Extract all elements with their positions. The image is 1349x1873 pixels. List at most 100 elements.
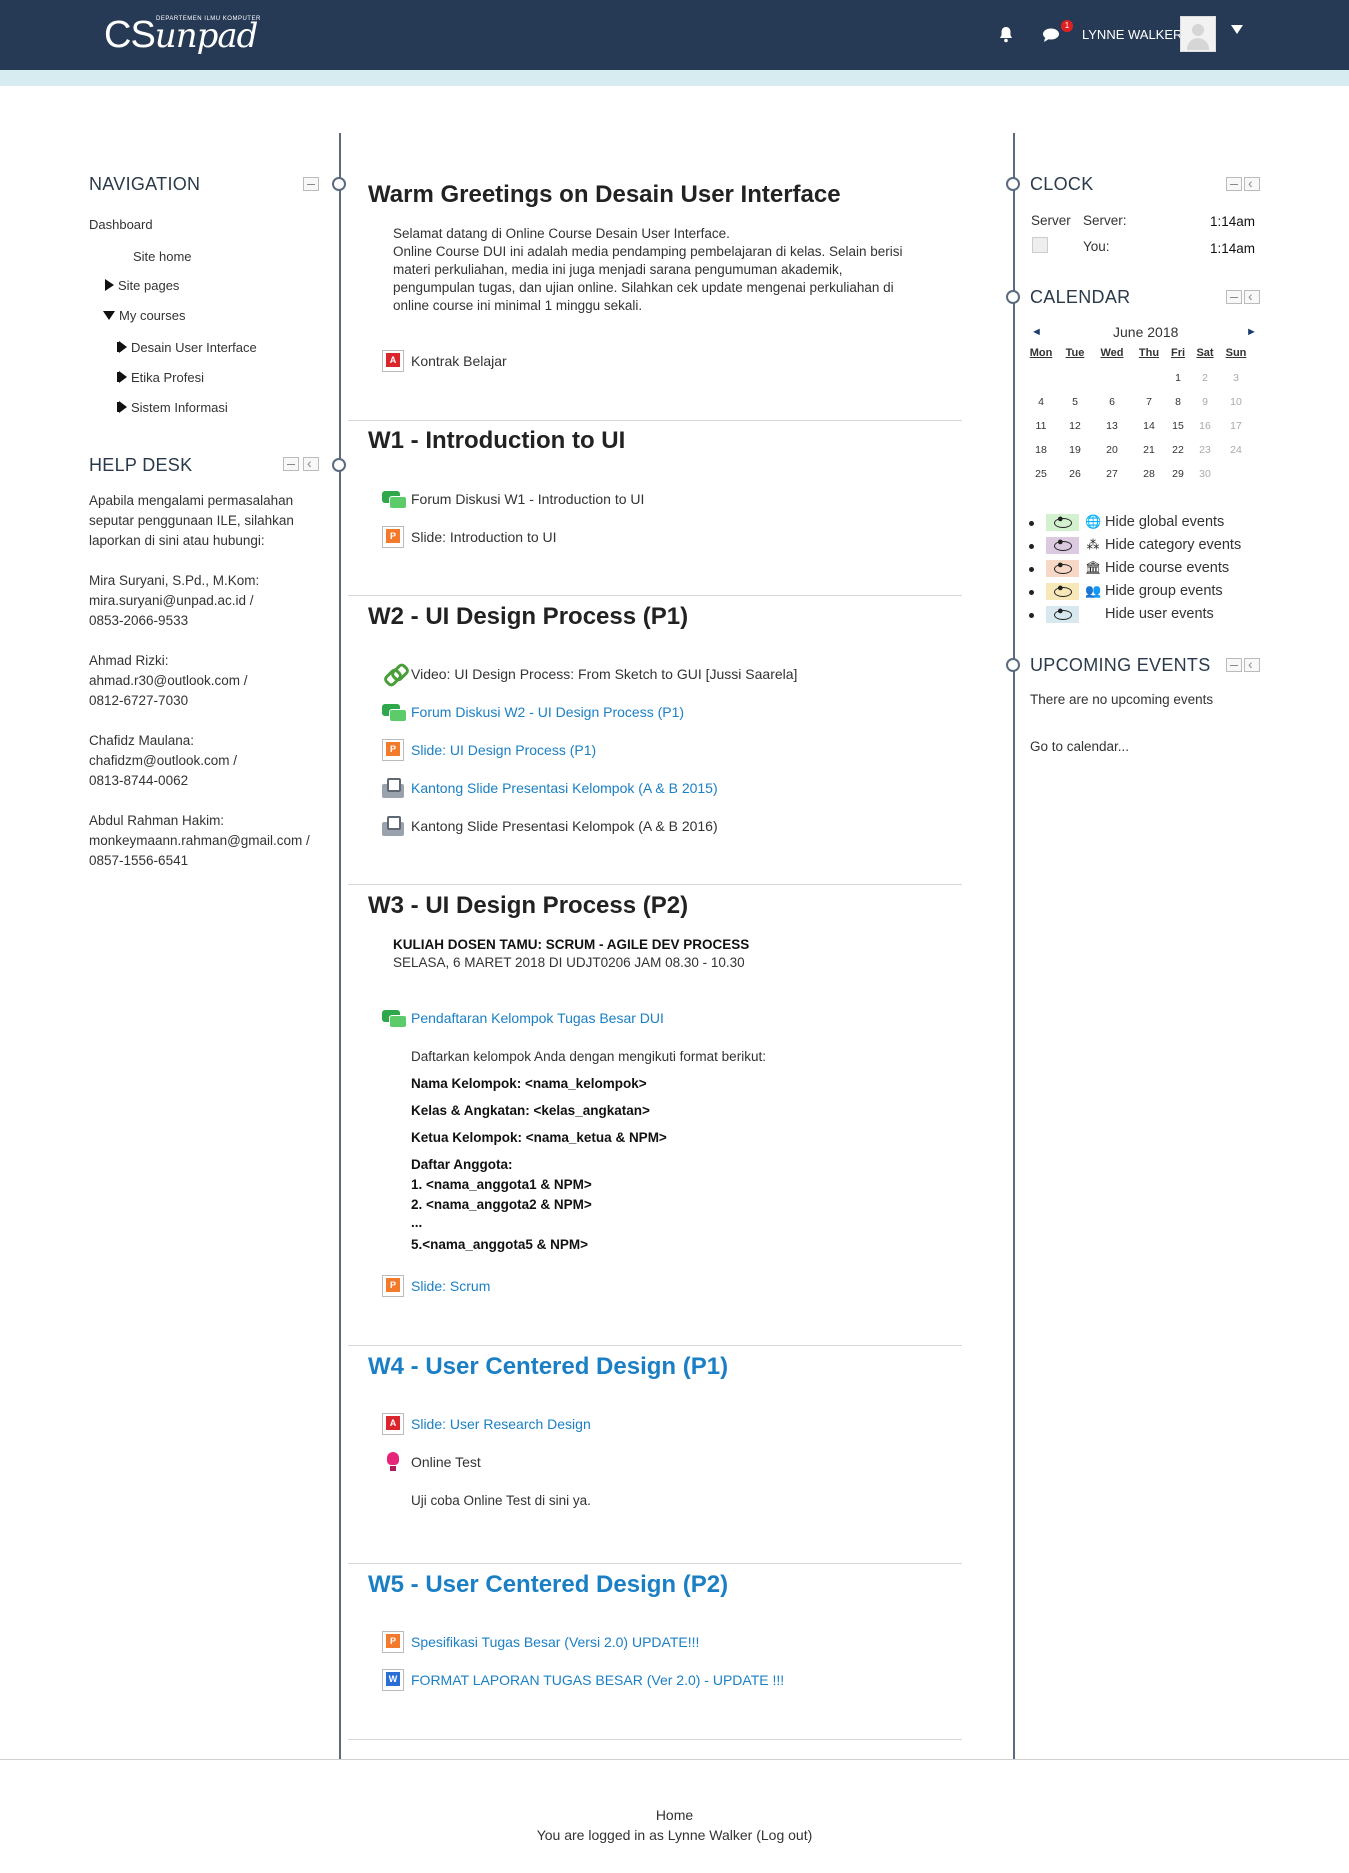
nav-item-course-si[interactable]: Sistem Informasi: [116, 400, 228, 415]
dock-block-button[interactable]: [1244, 288, 1260, 304]
logout-link[interactable]: (Log out): [756, 1827, 812, 1843]
footer-home-link[interactable]: Home: [0, 1807, 1349, 1823]
guest-lecture-heading: KULIAH DOSEN TAMU: SCRUM - AGILE DEV PRO…: [393, 937, 750, 952]
guest-lecture-detail: SELASA, 6 MARET 2018 DI UDJT0206 JAM 08.…: [393, 955, 745, 970]
calendar-day[interactable]: 28: [1134, 468, 1164, 480]
collapse-block-button[interactable]: [1226, 658, 1242, 672]
quiz-lightbulb-icon: [382, 1451, 404, 1473]
timeline-dot: [332, 458, 346, 472]
calendar-day[interactable]: 20: [1097, 444, 1127, 456]
helpdesk-line: 0857-1556-6541: [89, 853, 189, 868]
user-menu-name[interactable]: LYNNE WALKER: [1082, 27, 1182, 42]
quiz-description: Uji coba Online Test di sini ya.: [411, 1493, 591, 1508]
helpdesk-line: seputar penggunaan ILE, silahkan: [89, 513, 294, 528]
clock-block-title: CLOCK: [1030, 174, 1094, 194]
calendar-day[interactable]: 23: [1190, 444, 1220, 456]
calendar-day[interactable]: 1: [1163, 372, 1193, 384]
eye-icon[interactable]: [1046, 513, 1079, 531]
calendar-day[interactable]: 5: [1060, 396, 1090, 408]
nav-item-site-home[interactable]: Site home: [133, 249, 192, 264]
calendar-day[interactable]: 8: [1163, 396, 1193, 408]
calendar-prev-month-button[interactable]: ◄: [1031, 326, 1042, 338]
dock-block-button[interactable]: [303, 455, 319, 471]
login-user-link[interactable]: Lynne Walker: [668, 1827, 753, 1843]
w5-section-title[interactable]: W5 - User Centered Design (P2): [368, 1571, 728, 1599]
calendar-day[interactable]: 18: [1026, 444, 1056, 456]
eye-icon[interactable]: [1046, 559, 1079, 577]
calendar-day[interactable]: 10: [1221, 396, 1251, 408]
nav-item-course-dui[interactable]: Desain User Interface: [116, 340, 257, 355]
collapse-block-button[interactable]: [1226, 177, 1242, 191]
collapse-block-button[interactable]: [283, 457, 299, 471]
w4-section-title[interactable]: W4 - User Centered Design (P1): [368, 1353, 728, 1381]
format-line: ...: [411, 1215, 423, 1230]
resource-label: Forum Diskusi W1 - Introduction to UI: [411, 491, 645, 507]
nav-item-label: Site pages: [118, 278, 180, 293]
pdf-icon: [382, 350, 404, 372]
course-icon: [119, 341, 127, 353]
calendar-day[interactable]: 15: [1163, 420, 1193, 432]
nav-item-dashboard[interactable]: Dashboard: [89, 217, 153, 232]
calendar-day[interactable]: 27: [1097, 468, 1127, 480]
calendar-day[interactable]: 7: [1134, 396, 1164, 408]
calendar-day[interactable]: 22: [1163, 444, 1193, 456]
pdf-icon: [382, 1413, 404, 1435]
course-icon: [119, 371, 127, 383]
format-line: Nama Kelompok: <nama_kelompok>: [411, 1076, 647, 1091]
assignment-icon: [382, 815, 404, 837]
helpdesk-line: Mira Suryani, S.Pd., M.Kom:: [89, 573, 260, 588]
course-icon: [119, 401, 127, 413]
section-divider: [348, 1563, 962, 1564]
nav-item-my-courses[interactable]: My courses: [103, 308, 185, 323]
calendar-day[interactable]: 17: [1221, 420, 1251, 432]
calendar-day[interactable]: 24: [1221, 444, 1251, 456]
calendar-day[interactable]: 9: [1190, 396, 1220, 408]
calendar-day[interactable]: 19: [1060, 444, 1090, 456]
chevron-down-icon[interactable]: [1231, 25, 1243, 34]
calendar-day[interactable]: 13: [1097, 420, 1127, 432]
eye-icon[interactable]: [1046, 536, 1079, 554]
right-timeline-line: [1013, 133, 1015, 1760]
footer-divider: [0, 1759, 1349, 1760]
calendar-day[interactable]: 12: [1060, 420, 1090, 432]
dock-block-button[interactable]: [1244, 175, 1260, 191]
avatar[interactable]: [1180, 16, 1216, 52]
timeline-dot: [1006, 290, 1020, 304]
calendar-day[interactable]: 6: [1097, 396, 1127, 408]
calendar-day[interactable]: 16: [1190, 420, 1220, 432]
intro-paragraph-line: pengumpulan tugas, dan ujian online. Sil…: [393, 280, 894, 295]
forum-description: Daftarkan kelompok Anda dengan mengikuti…: [411, 1049, 766, 1064]
eye-icon[interactable]: [1046, 582, 1079, 600]
helpdesk-line: 0813-8744-0062: [89, 773, 189, 788]
site-logo[interactable]: CSunpad DEPARTEMEN ILMU KOMPUTER: [104, 14, 260, 57]
helpdesk-line: Chafidz Maulana:: [89, 733, 195, 748]
calendar-day[interactable]: 21: [1134, 444, 1164, 456]
collapse-block-button[interactable]: [1226, 290, 1242, 304]
calendar-month-label[interactable]: June 2018: [1113, 324, 1178, 340]
bullet-icon: [1029, 590, 1034, 595]
clock-server-time: 1:14am: [1210, 214, 1256, 229]
calendar-day[interactable]: 26: [1060, 468, 1090, 480]
eye-icon[interactable]: [1046, 605, 1079, 623]
calendar-day[interactable]: 3: [1221, 372, 1251, 384]
bell-icon[interactable]: [998, 26, 1014, 48]
calendar-day[interactable]: 14: [1134, 420, 1164, 432]
calendar-day[interactable]: 30: [1190, 468, 1220, 480]
calendar-day[interactable]: 11: [1026, 420, 1056, 432]
collapse-block-button[interactable]: [303, 177, 319, 191]
globe-icon: 🌐: [1085, 514, 1102, 529]
nav-item-site-pages[interactable]: Site pages: [105, 278, 179, 293]
forum-icon: [382, 488, 407, 510]
format-line: 2. <nama_anggota2 & NPM>: [411, 1197, 592, 1212]
calendar-next-month-button[interactable]: ►: [1246, 326, 1257, 338]
calendar-day[interactable]: 2: [1190, 372, 1220, 384]
nav-item-course-etika[interactable]: Etika Profesi: [116, 370, 204, 385]
helpdesk-line: Ahmad Rizki:: [89, 653, 169, 668]
calendar-day[interactable]: 25: [1026, 468, 1056, 480]
calendar-day[interactable]: 4: [1026, 396, 1056, 408]
go-to-calendar-link[interactable]: Go to calendar...: [1030, 739, 1129, 754]
format-line: 5.<nama_anggota5 & NPM>: [411, 1237, 589, 1252]
calendar-day[interactable]: 29: [1163, 468, 1193, 480]
dock-block-button[interactable]: [1244, 656, 1260, 672]
chat-icon[interactable]: [1042, 27, 1060, 48]
